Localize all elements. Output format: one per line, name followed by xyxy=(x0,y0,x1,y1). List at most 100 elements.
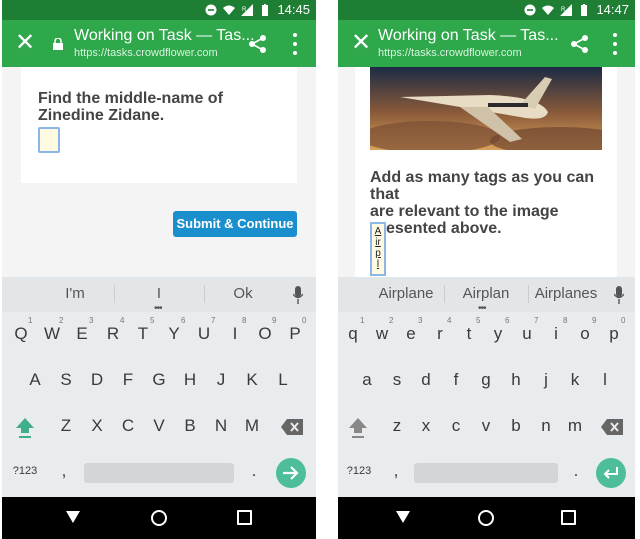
key-hint: 2 xyxy=(59,316,64,325)
key-o[interactable]: O xyxy=(251,324,279,344)
key-g[interactable]: G xyxy=(145,370,173,390)
wifi-icon xyxy=(223,5,236,15)
mic-icon[interactable] xyxy=(614,286,624,304)
key-l[interactable]: L xyxy=(269,370,297,390)
key-x[interactable]: X xyxy=(83,416,111,436)
key-j[interactable]: J xyxy=(207,370,235,390)
symbols-key[interactable]: ?123 xyxy=(8,465,42,477)
key-c[interactable]: C xyxy=(114,416,142,436)
close-icon[interactable]: ✕ xyxy=(348,30,374,56)
key-z[interactable]: Z xyxy=(52,416,80,436)
key-l[interactable]: l xyxy=(591,370,619,390)
comma-key[interactable]: , xyxy=(50,461,78,481)
key-hint: 6 xyxy=(505,316,510,325)
space-bar[interactable] xyxy=(84,463,234,483)
key-a[interactable]: a xyxy=(353,370,381,390)
key-k[interactable]: k xyxy=(561,370,589,390)
key-n[interactable]: N xyxy=(207,416,235,436)
key-m[interactable]: M xyxy=(238,416,266,436)
key-h[interactable]: h xyxy=(502,370,530,390)
key-v[interactable]: V xyxy=(145,416,173,436)
nav-recent-icon[interactable] xyxy=(561,510,576,525)
close-icon[interactable]: ✕ xyxy=(12,30,38,56)
space-bar[interactable] xyxy=(414,463,558,483)
suggestion-2[interactable]: Airplan xyxy=(456,285,516,302)
key-h[interactable]: H xyxy=(176,370,204,390)
shift-icon[interactable] xyxy=(347,416,369,440)
key-r[interactable]: R xyxy=(99,324,127,344)
key-o[interactable]: o xyxy=(571,324,599,344)
backspace-icon[interactable] xyxy=(281,419,303,435)
key-w[interactable]: w xyxy=(368,324,396,344)
key-u[interactable]: U xyxy=(190,324,218,344)
airplane-photo xyxy=(370,67,602,150)
suggestion-2[interactable]: I xyxy=(152,285,166,302)
share-icon[interactable] xyxy=(570,34,590,54)
key-x[interactable]: x xyxy=(412,416,440,436)
key-k[interactable]: K xyxy=(238,370,266,390)
answer-input[interactable] xyxy=(38,127,60,153)
suggestion-3[interactable]: Ok xyxy=(230,285,256,302)
key-j[interactable]: j xyxy=(532,370,560,390)
key-d[interactable]: D xyxy=(83,370,111,390)
suggestion-1[interactable]: I'm xyxy=(60,285,90,302)
key-f[interactable]: f xyxy=(442,370,470,390)
mic-icon[interactable] xyxy=(293,286,303,304)
key-i[interactable]: i xyxy=(542,324,570,344)
key-y[interactable]: y xyxy=(484,324,512,344)
backspace-icon[interactable] xyxy=(601,419,623,435)
key-r[interactable]: r xyxy=(426,324,454,344)
question-text: Find the middle-name of Zinedine Zidane. xyxy=(38,90,223,124)
nav-back-icon[interactable] xyxy=(66,511,80,523)
key-hint: 8 xyxy=(242,316,247,325)
key-n[interactable]: n xyxy=(532,416,560,436)
key-d[interactable]: d xyxy=(412,370,440,390)
next-key[interactable] xyxy=(276,458,306,488)
key-t[interactable]: T xyxy=(129,324,157,344)
nav-recent-icon[interactable] xyxy=(237,510,252,525)
key-t[interactable]: t xyxy=(455,324,483,344)
suggestion-strip: I'm I ••• Ok xyxy=(2,277,316,314)
shift-icon[interactable] xyxy=(14,416,36,440)
key-b[interactable]: B xyxy=(176,416,204,436)
key-a[interactable]: A xyxy=(21,370,49,390)
more-vert-icon[interactable] xyxy=(292,33,298,55)
key-u[interactable]: u xyxy=(513,324,541,344)
nav-home-icon[interactable] xyxy=(151,510,167,526)
share-icon[interactable] xyxy=(248,34,268,54)
key-p[interactable]: p xyxy=(600,324,628,344)
submit-continue-button[interactable]: Submit & Continue xyxy=(173,211,297,237)
key-q[interactable]: q xyxy=(339,324,367,344)
period-key[interactable]: . xyxy=(562,461,590,481)
key-e[interactable]: e xyxy=(397,324,425,344)
nav-home-icon[interactable] xyxy=(478,510,494,526)
enter-arrow-icon xyxy=(603,467,618,479)
key-g[interactable]: g xyxy=(472,370,500,390)
key-hint: 8 xyxy=(563,316,568,325)
key-m[interactable]: m xyxy=(561,416,589,436)
key-c[interactable]: c xyxy=(442,416,470,436)
key-z[interactable]: z xyxy=(383,416,411,436)
key-p[interactable]: P xyxy=(281,324,309,344)
comma-key[interactable]: , xyxy=(382,461,410,481)
key-s[interactable]: S xyxy=(52,370,80,390)
key-b[interactable]: b xyxy=(502,416,530,436)
nav-back-icon[interactable] xyxy=(396,511,410,523)
suggestion-3[interactable]: Airplanes xyxy=(534,285,598,302)
key-y[interactable]: Y xyxy=(160,324,188,344)
key-q[interactable]: Q xyxy=(7,324,35,344)
symbols-key[interactable]: ?123 xyxy=(342,465,376,477)
key-w[interactable]: W xyxy=(38,324,66,344)
more-vert-icon[interactable] xyxy=(612,33,618,55)
key-hint: 4 xyxy=(120,316,125,325)
key-f[interactable]: F xyxy=(114,370,142,390)
enter-key[interactable] xyxy=(596,458,626,488)
period-key[interactable]: . xyxy=(240,461,268,481)
page-url: https://tasks.crowdflower.com xyxy=(74,47,218,59)
key-i[interactable]: I xyxy=(221,324,249,344)
suggestion-1[interactable]: Airplane xyxy=(376,285,436,302)
key-v[interactable]: v xyxy=(472,416,500,436)
tags-input[interactable]: A ir p l xyxy=(370,222,386,276)
key-s[interactable]: s xyxy=(383,370,411,390)
key-e[interactable]: E xyxy=(68,324,96,344)
